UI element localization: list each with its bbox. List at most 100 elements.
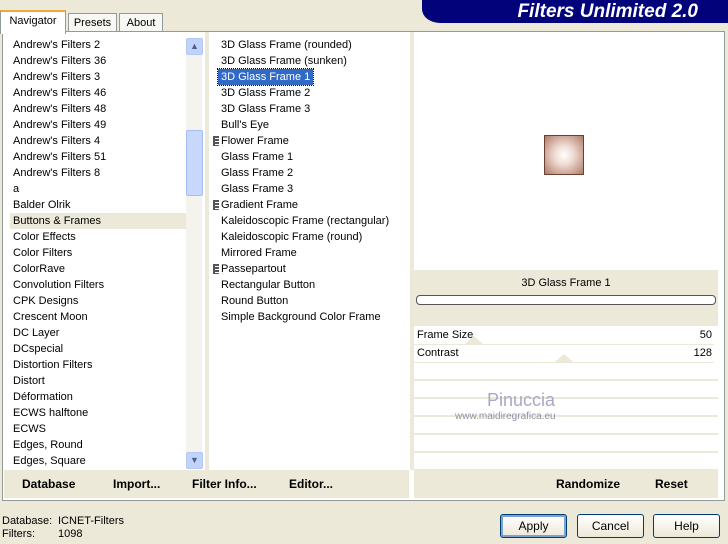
param-name: Contrast <box>417 347 459 359</box>
param-value: 128 <box>693 347 712 359</box>
progress-bar <box>416 295 716 305</box>
category-item[interactable]: CPK Designs <box>10 293 186 309</box>
category-item[interactable]: Crescent Moon <box>10 309 186 325</box>
param-value: 50 <box>699 329 712 341</box>
scroll-thumb[interactable] <box>186 130 203 196</box>
filter-item[interactable]: Glass Frame 1 <box>218 149 408 165</box>
param-slider[interactable]: Contrast 128 <box>414 345 714 364</box>
scroll-up-icon[interactable]: ▲ <box>186 38 203 55</box>
category-item[interactable]: Andrew's Filters 46 <box>10 85 186 101</box>
preview-title-area: 3D Glass Frame 1 <box>414 270 718 326</box>
filter-item[interactable]: 3D Glass Frame 2 <box>218 85 408 101</box>
category-item[interactable]: Distort <box>10 373 186 389</box>
category-item[interactable]: Edges, Round <box>10 437 186 453</box>
category-item[interactable]: Andrew's Filters 2 <box>10 37 186 53</box>
filter-item-label: Round Button <box>221 295 289 307</box>
slider-pointer-icon[interactable] <box>555 354 573 362</box>
reset-button[interactable]: Reset <box>655 470 688 498</box>
apply-button[interactable]: Apply <box>500 514 567 538</box>
filter-item[interactable]: 3D Glass Frame (rounded) <box>218 37 408 53</box>
filter-item[interactable]: Round Button <box>218 293 408 309</box>
category-item[interactable]: Balder Olrik <box>10 197 186 213</box>
filter-item[interactable]: Glass Frame 2 <box>218 165 408 181</box>
category-item[interactable]: ColorRave <box>10 261 186 277</box>
filter-item-label: 3D Glass Frame (rounded) <box>221 39 352 51</box>
watermark-name: Pinuccia <box>487 390 556 410</box>
filter-item[interactable]: Rectangular Button <box>218 277 408 293</box>
filter-item[interactable]: Glass Frame 3 <box>218 181 408 197</box>
filter-item-label: 3D Glass Frame (sunken) <box>221 55 347 67</box>
filter-item[interactable]: 3D Glass Frame (sunken) <box>218 53 408 69</box>
filter-item[interactable]: 3D Glass Frame 3 <box>218 101 408 117</box>
filter-item-label: Kaleidoscopic Frame (rectangular) <box>221 215 390 227</box>
tab-about[interactable]: About <box>119 13 163 32</box>
editor-button[interactable]: Editor... <box>289 470 333 498</box>
category-item[interactable]: DCspecial <box>10 341 186 357</box>
preview-title: 3D Glass Frame 1 <box>521 277 611 289</box>
category-item[interactable]: a <box>10 181 186 197</box>
filter-item[interactable]: 3D Glass Frame 1 <box>216 68 408 86</box>
filter-item[interactable]: Kaleidoscopic Frame (round) <box>218 229 408 245</box>
database-button[interactable]: Database <box>22 470 75 498</box>
filter-item-label: 3D Glass Frame 1 <box>216 68 315 86</box>
filter-item[interactable]: Kaleidoscopic Frame (rectangular) <box>218 213 408 229</box>
cancel-button[interactable]: Cancel <box>577 514 644 538</box>
filter-item-label: Flower Frame <box>221 135 289 147</box>
param-slider[interactable]: Frame Size 50 <box>414 327 714 346</box>
category-item[interactable]: Distortion Filters <box>10 357 186 373</box>
category-item[interactable]: Buttons & Frames <box>10 213 186 229</box>
status-database-label: Database: <box>2 515 53 527</box>
filter-item[interactable]: Passepartout <box>213 261 408 277</box>
filter-item-label: Bull's Eye <box>221 119 269 131</box>
category-item[interactable]: Andrew's Filters 8 <box>10 165 186 181</box>
group-grip-icon <box>213 200 219 211</box>
status-database-value: ICNET-Filters <box>58 515 124 527</box>
category-item[interactable]: Andrew's Filters 48 <box>10 101 186 117</box>
filter-item[interactable]: Simple Background Color Frame <box>218 309 408 325</box>
category-item[interactable]: Andrew's Filters 36 <box>10 53 186 69</box>
category-item[interactable]: Color Effects <box>10 229 186 245</box>
category-item[interactable]: Andrew's Filters 49 <box>10 117 186 133</box>
filter-preview-image <box>544 135 584 175</box>
divider <box>205 32 209 470</box>
category-item[interactable]: Andrew's Filters 51 <box>10 149 186 165</box>
tab-navigator[interactable]: Navigator <box>0 10 66 34</box>
filter-item[interactable]: Bull's Eye <box>218 117 408 133</box>
filter-item[interactable]: Gradient Frame <box>213 197 408 213</box>
filter-item-label: 3D Glass Frame 2 <box>221 87 311 99</box>
category-item[interactable]: Color Filters <box>10 245 186 261</box>
category-item[interactable]: ECWS halftone <box>10 405 186 421</box>
filter-item-label: Passepartout <box>221 263 286 275</box>
category-item[interactable]: Edges, Square <box>10 453 186 469</box>
filter-info-button[interactable]: Filter Info... <box>192 470 257 498</box>
import-button[interactable]: Import... <box>113 470 160 498</box>
category-list[interactable]: Andrew's Filters 2 Andrew's Filters 36 And… <box>10 37 186 469</box>
param-name: Frame Size <box>417 329 474 341</box>
group-grip-icon <box>213 264 219 275</box>
help-button[interactable]: Help <box>653 514 720 538</box>
category-item[interactable]: Déformation <box>10 389 186 405</box>
filter-item-label: Glass Frame 1 <box>221 151 294 163</box>
category-item[interactable]: ECWS <box>10 421 186 437</box>
filter-item[interactable]: Flower Frame <box>213 133 408 149</box>
scroll-down-icon[interactable]: ▼ <box>186 452 203 469</box>
group-grip-icon <box>213 136 219 147</box>
filter-item-label: 3D Glass Frame 3 <box>221 103 311 115</box>
filter-list[interactable]: 3D Glass Frame (rounded) 3D Glass Frame (… <box>213 37 408 325</box>
category-item[interactable]: DC Layer <box>10 325 186 341</box>
filter-item-label: Kaleidoscopic Frame (round) <box>221 231 363 243</box>
category-item[interactable]: Andrew's Filters 3 <box>10 69 186 85</box>
category-item[interactable]: Convolution Filters <box>10 277 186 293</box>
filter-item-label: Simple Background Color Frame <box>221 311 381 323</box>
app-banner: Filters Unlimited 2.0 <box>422 0 728 23</box>
category-item[interactable]: Andrew's Filters 4 <box>10 133 186 149</box>
tab-presets[interactable]: Presets <box>68 13 117 32</box>
filter-item-label: Gradient Frame <box>221 199 299 211</box>
randomize-button[interactable]: Randomize <box>556 470 620 498</box>
filter-item-label: Glass Frame 2 <box>221 167 294 179</box>
category-scrollbar[interactable]: ▲ ▼ <box>186 38 203 469</box>
status-filters-label: Filters: <box>2 528 35 540</box>
filter-item[interactable]: Mirrored Frame <box>218 245 408 261</box>
status-filters-value: 1098 <box>58 528 83 540</box>
filter-item-label: Mirrored Frame <box>221 247 297 259</box>
